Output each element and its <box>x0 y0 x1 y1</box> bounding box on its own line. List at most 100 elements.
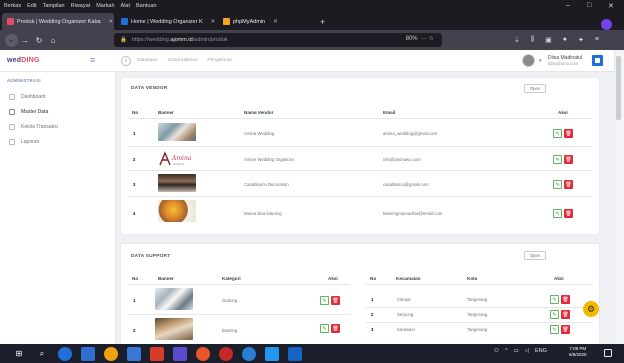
delete-icon[interactable]: 🗑 <box>331 296 340 305</box>
back-arrow-icon[interactable]: ← <box>5 33 18 47</box>
vendor-open-button[interactable]: Open <box>524 84 546 93</box>
menu-icon[interactable]: ≡ <box>595 36 599 44</box>
edit-icon[interactable]: ✎ <box>553 180 562 189</box>
close-window-button[interactable]: ✕ <box>608 2 614 10</box>
word-icon[interactable] <box>127 346 141 361</box>
forward-arrow-icon[interactable]: → <box>18 36 32 45</box>
scrollbar-thumb[interactable] <box>616 56 621 120</box>
user-tray-icon[interactable]: ⚇ <box>494 348 499 354</box>
tab-phpmyadmin[interactable]: phpMyAdmin ✕ <box>218 13 314 30</box>
library-icon[interactable]: ⫼ <box>531 36 534 44</box>
svg-text:Amina: Amina <box>171 155 192 162</box>
tab-label: phpMyAdmin <box>233 18 266 25</box>
edit-icon[interactable]: ✎ <box>550 295 559 304</box>
minimize-button[interactable]: – <box>566 2 570 9</box>
user-email: diisa@ama.com <box>548 61 579 66</box>
edit-icon[interactable]: ✎ <box>320 296 329 305</box>
url-bar[interactable]: 🔒 https://wedding. ajomm.id/admin/produk … <box>114 33 442 47</box>
tab-label: Home | Wedding Organizer K <box>131 18 203 25</box>
delete-icon[interactable]: 🗑 <box>564 129 573 138</box>
support-district: Karawaci <box>397 327 415 332</box>
app-logo[interactable]: wedDING <box>7 57 40 64</box>
app-icon[interactable] <box>81 346 95 361</box>
tab-close-icon[interactable]: ✕ <box>273 19 278 25</box>
taskbar-clock[interactable]: 7:09 PM 6/5/2020 <box>569 346 587 358</box>
new-tab-button[interactable]: + <box>320 17 325 27</box>
menu-edit[interactable]: Edit <box>27 3 36 9</box>
menu-bantuan[interactable]: Bantuan <box>136 3 157 9</box>
tab-home[interactable]: Home | Wedding Organizer K ✕ <box>116 13 216 30</box>
home-icon[interactable]: ⌂ <box>46 36 60 45</box>
extension-icon[interactable] <box>601 19 612 30</box>
delete-icon[interactable]: 🗑 <box>561 295 570 304</box>
vendor-name: Casablanca Decoration <box>244 182 289 187</box>
search-icon[interactable]: ⌕ <box>121 56 131 66</box>
vscode-icon[interactable] <box>265 346 279 361</box>
table-divider <box>128 284 350 285</box>
delete-icon[interactable]: 🗑 <box>561 325 570 334</box>
avatar[interactable] <box>522 54 535 67</box>
volume-icon[interactable]: ◁ <box>525 348 529 354</box>
menu-tampilan[interactable]: Tampilan <box>43 3 65 9</box>
sidebar-item-laporan[interactable]: Laporan <box>9 137 109 147</box>
sidebar-item-master-data[interactable]: Master Data <box>9 107 109 117</box>
chrome-icon[interactable] <box>196 346 210 361</box>
edit-icon[interactable]: ✎ <box>553 209 562 218</box>
sidebar-item-dashboard[interactable]: Dashboard <box>9 92 109 102</box>
header-links: Database Detail kalkkan Pengaturan <box>137 58 232 63</box>
extension-puzzle-icon[interactable]: ✦ <box>578 36 584 44</box>
row-number: 3 <box>371 327 374 332</box>
header-link-detail[interactable]: Detail kalkkan <box>168 58 198 63</box>
account-icon[interactable]: ● <box>563 36 567 44</box>
delete-icon[interactable]: 🗑 <box>561 310 570 319</box>
tab-close-icon[interactable]: ✕ <box>109 19 114 25</box>
browser-icon[interactable] <box>242 346 256 361</box>
menu-riwayat[interactable]: Riwayat <box>71 3 91 9</box>
visual-studio-icon[interactable] <box>173 346 187 361</box>
sidebar-heading: ADMINISTRASI <box>7 78 41 83</box>
header-link-settings[interactable]: Pengaturan <box>207 58 232 63</box>
tab-close-icon[interactable]: ✕ <box>211 19 216 25</box>
explorer-icon[interactable] <box>288 346 302 361</box>
support-open-button[interactable]: Open <box>524 251 546 260</box>
edit-icon[interactable]: ✎ <box>550 325 559 334</box>
row-number: 2 <box>133 157 136 162</box>
delete-icon[interactable]: 🗑 <box>564 180 573 189</box>
delete-icon[interactable]: 🗑 <box>564 209 573 218</box>
url-prefix: https://wedding. <box>131 37 171 43</box>
maximize-button[interactable]: □ <box>587 2 591 9</box>
menu-alat[interactable]: Alat <box>121 3 130 9</box>
notification-icon[interactable] <box>604 349 612 357</box>
opera-icon[interactable] <box>219 346 233 361</box>
edit-icon[interactable]: ✎ <box>553 155 562 164</box>
delete-icon[interactable]: 🗑 <box>331 324 340 333</box>
sidebar-icon[interactable]: ▣ <box>545 36 552 44</box>
network-icon[interactable]: ▭ <box>514 348 519 354</box>
header-link-database[interactable]: Database <box>137 58 158 63</box>
edit-icon[interactable]: ✎ <box>550 310 559 319</box>
windows-start-icon[interactable]: ⊞ <box>12 347 26 361</box>
firefox-icon[interactable] <box>104 346 118 361</box>
report-icon <box>9 139 15 145</box>
show-hidden-icons[interactable]: ^ <box>505 348 508 354</box>
tab-produk[interactable]: Produk | Wedding Organizer Kaba ✕ <box>2 13 114 30</box>
hamburger-menu-icon[interactable]: ≡ <box>90 55 95 65</box>
edit-icon[interactable]: ✎ <box>553 129 562 138</box>
download-icon[interactable]: ⇣ <box>514 36 520 44</box>
notification-badge-icon[interactable] <box>592 55 603 66</box>
sidebar-item-transaksi[interactable]: Kelola Transaksi <box>9 122 109 132</box>
menu-markah[interactable]: Markah <box>96 3 114 9</box>
delete-icon[interactable]: 🗑 <box>564 155 573 164</box>
tab-label: Produk | Wedding Organizer Kaba <box>17 18 101 25</box>
system-tray: ⚇ ^ ▭ ◁ ENG <box>494 348 547 354</box>
zoom-level[interactable]: 80% <box>406 36 418 42</box>
menu-berkas[interactable]: Berkas <box>4 3 21 9</box>
edit-icon[interactable]: ✎ <box>320 324 329 333</box>
pdf-icon[interactable] <box>150 346 164 361</box>
reload-icon[interactable]: ↻ <box>32 36 46 45</box>
chevron-down-icon[interactable]: ▾ <box>539 58 542 64</box>
search-icon[interactable]: ⌕ <box>35 347 49 361</box>
language-indicator[interactable]: ENG <box>535 348 547 354</box>
settings-gear-icon[interactable]: ⚙ <box>583 301 599 317</box>
edge-browser-icon[interactable] <box>58 346 72 361</box>
